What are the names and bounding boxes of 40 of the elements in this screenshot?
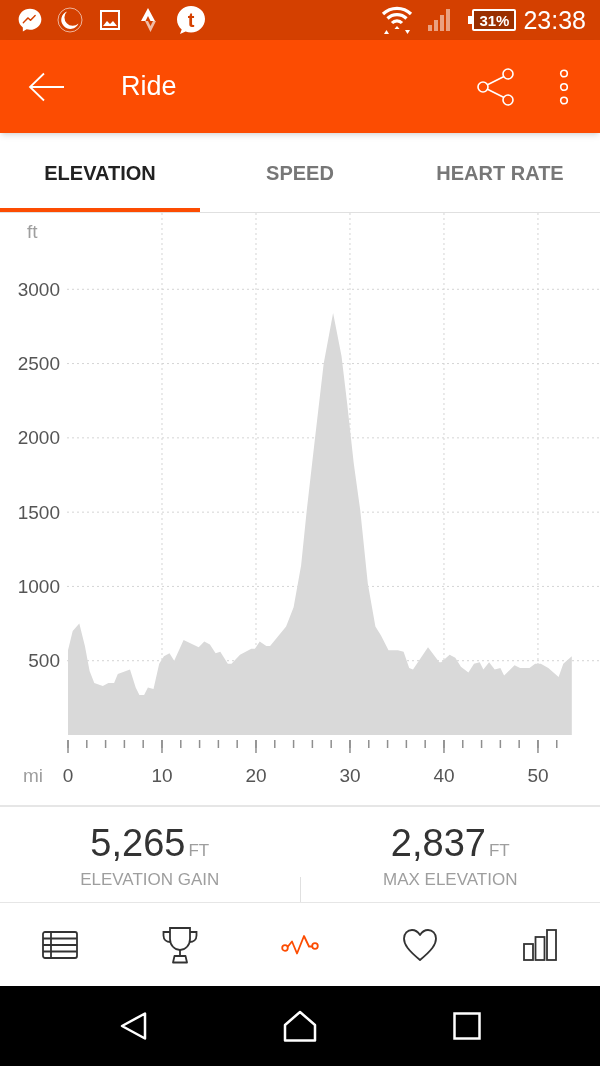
letter-bubble-icon: t	[176, 5, 206, 35]
stat-unit: FT	[188, 842, 210, 859]
stat-value: 5,265	[90, 824, 186, 862]
moon-icon	[57, 7, 83, 33]
back-arrow-icon	[28, 71, 64, 102]
back-icon	[118, 1011, 148, 1041]
y-tick-label: 2500	[17, 353, 60, 375]
x-unit-label: mi	[23, 764, 44, 786]
x-tick-label: 40	[433, 764, 455, 786]
home-icon	[283, 1010, 317, 1042]
y-tick-label: 2000	[17, 427, 60, 449]
image-icon	[100, 10, 120, 30]
tab[interactable]: SPEED	[200, 133, 400, 212]
tab[interactable]: HEART RATE	[400, 133, 600, 212]
y-unit-label: ft	[27, 220, 38, 242]
stat-label: ELEVATION GAIN	[80, 871, 220, 888]
share-button[interactable]	[476, 66, 516, 107]
y-tick-label: 500	[28, 650, 60, 672]
signal-icon	[426, 8, 453, 32]
stat-unit: FT	[488, 842, 510, 859]
menu-icon	[559, 68, 569, 105]
y-tick-label: 3000	[17, 278, 60, 300]
x-tick-label: 10	[151, 764, 173, 786]
stat-label: MAX ELEVATION	[383, 871, 518, 888]
screen-title: Ride	[121, 73, 177, 100]
back-button[interactable]	[28, 71, 64, 102]
messenger-icon	[17, 7, 43, 33]
x-tick-label: 50	[527, 764, 549, 786]
stat-value: 2,837	[390, 824, 486, 862]
wifi-icon	[380, 5, 415, 35]
square-icon	[453, 1012, 481, 1040]
x-tick-label: 30	[339, 764, 361, 786]
x-tick-label: 0	[62, 764, 74, 786]
share-icon	[476, 66, 516, 107]
y-tick-label: 1000	[17, 575, 60, 597]
more-menu-button[interactable]	[558, 68, 570, 105]
clock-time: 23:38	[523, 7, 586, 33]
y-tick-label: 1500	[17, 501, 60, 523]
x-tick-label: 20	[245, 764, 267, 786]
battery-percentage: 31%	[479, 12, 510, 28]
